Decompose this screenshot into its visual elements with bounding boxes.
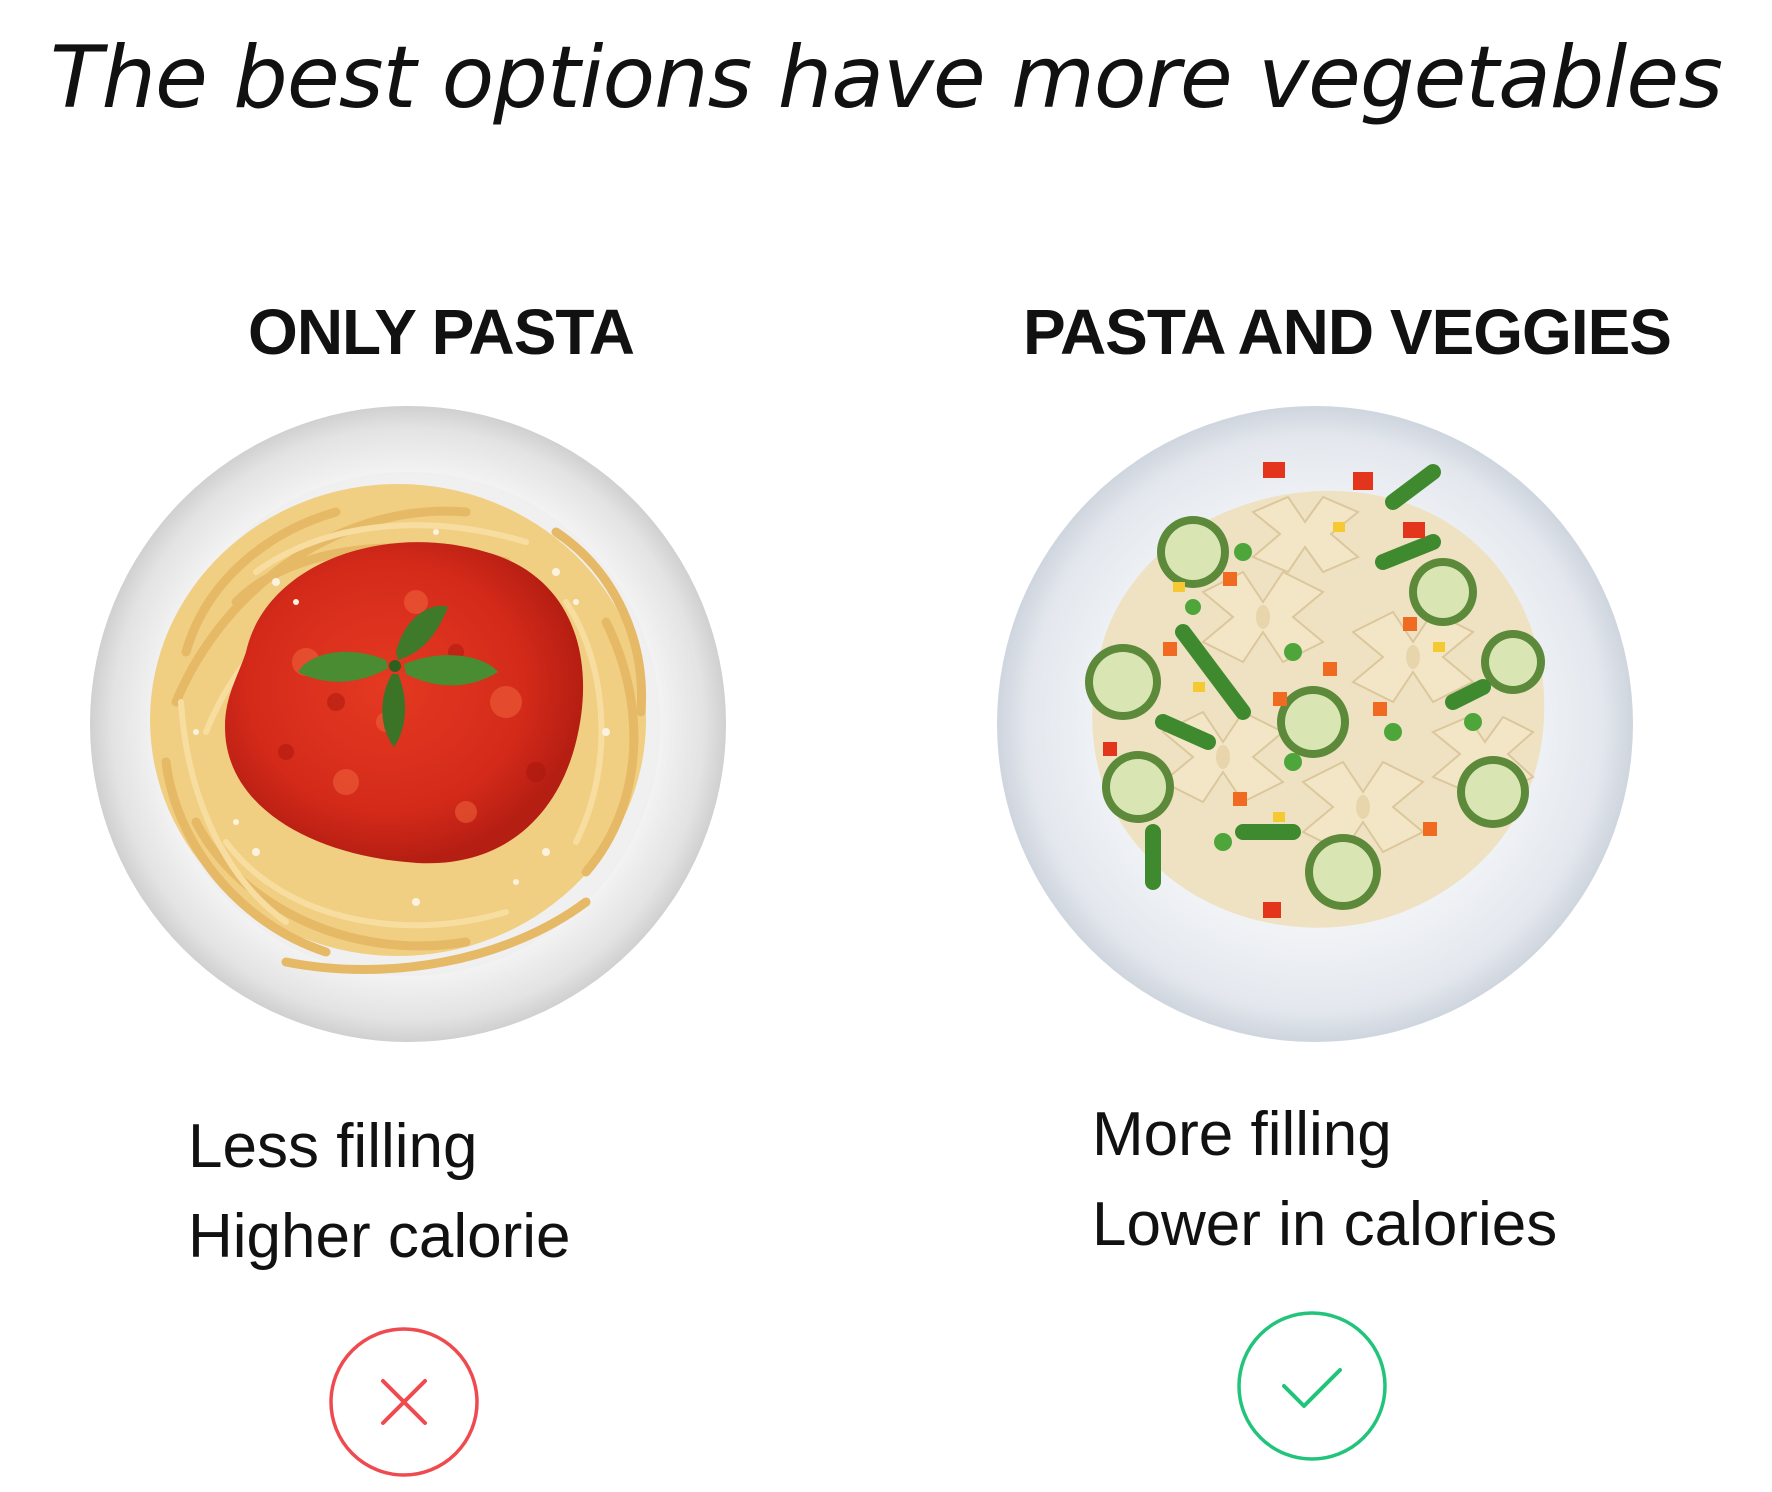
benefit-list: Less filling Higher calorie	[188, 1102, 571, 1282]
comparison-panel-only-pasta: ONLY PASTA Less filling Higher calorie	[0, 0, 886, 1492]
panel-title: ONLY PASTA	[248, 296, 635, 368]
x-icon	[328, 1326, 480, 1478]
panel-title: PASTA AND VEGGIES	[1023, 296, 1672, 368]
benefit-list: More filling Lower in calories	[1092, 1090, 1557, 1270]
benefit-line: Less filling	[188, 1112, 478, 1181]
comparison-panel-pasta-and-veggies: PASTA AND VEGGIES More filling Lower in …	[886, 0, 1772, 1492]
benefit-line: Lower in calories	[1092, 1190, 1558, 1259]
pasta-with-vegetables-plate-image	[993, 402, 1637, 1046]
check-icon	[1236, 1310, 1388, 1462]
spaghetti-plate-image	[86, 402, 730, 1046]
benefit-line: Higher calorie	[188, 1202, 571, 1271]
benefit-line: More filling	[1092, 1100, 1392, 1169]
